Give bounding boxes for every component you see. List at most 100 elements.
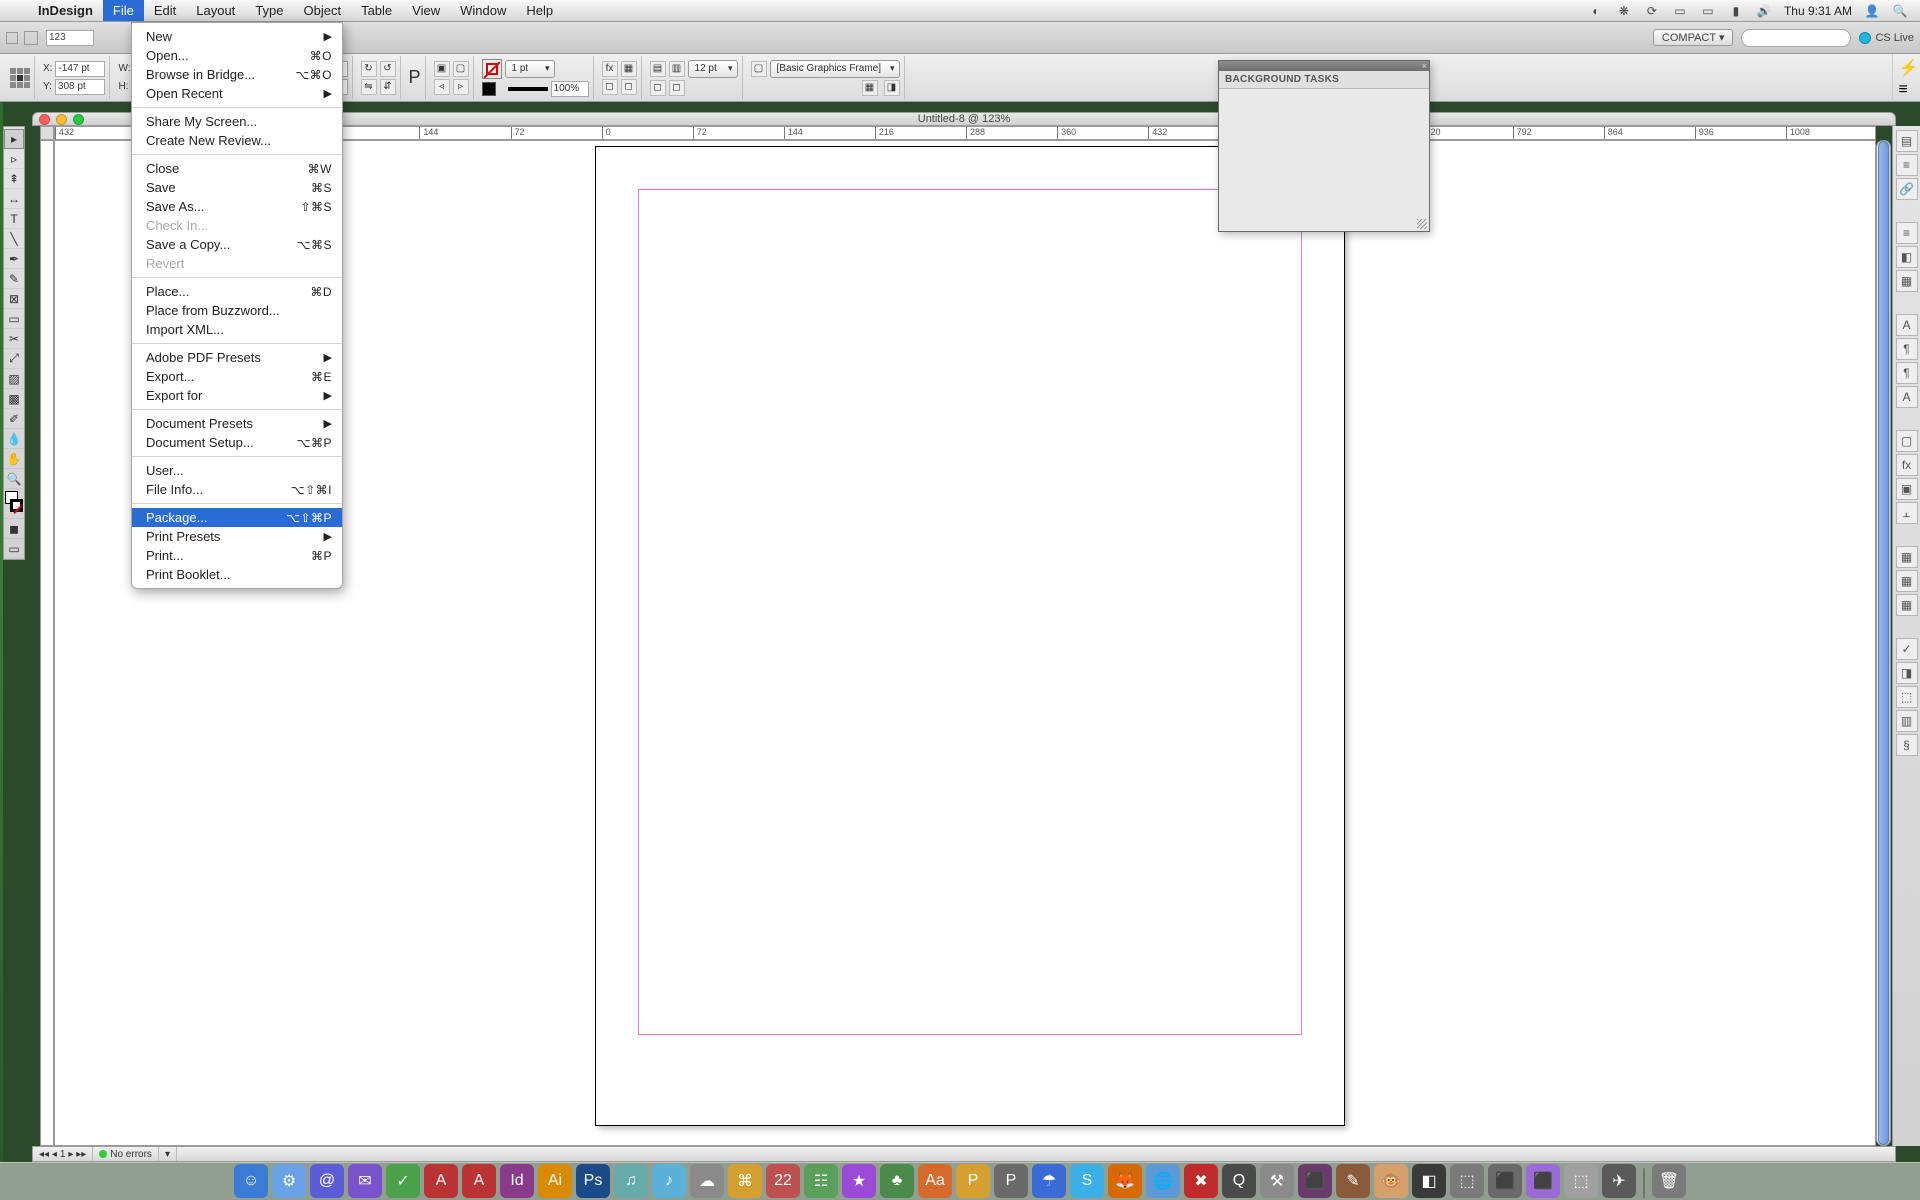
dock-app-icon[interactable]: ★ — [842, 1164, 876, 1198]
status-icon[interactable]: ❋ — [1616, 3, 1632, 19]
preflight-panel-icon[interactable]: ✓ — [1896, 638, 1918, 660]
dock-app-icon[interactable]: ☺ — [234, 1164, 268, 1198]
panel-resize-grip[interactable] — [1417, 219, 1427, 229]
character-styles-panel-icon[interactable]: A — [1896, 386, 1918, 408]
object-style-dropdown[interactable]: [Basic Graphics Frame] — [770, 60, 900, 78]
rectangle-tool[interactable]: ▭ — [4, 309, 24, 329]
eyedropper-tool[interactable]: 💧 — [4, 429, 24, 449]
stroke-style[interactable] — [508, 87, 548, 91]
dock-app-icon[interactable]: ⬛ — [1488, 1164, 1522, 1198]
ruler-origin[interactable] — [40, 126, 54, 140]
select-content-icon[interactable]: ▢ — [453, 61, 469, 77]
fill-stroke-toggle[interactable] — [4, 489, 24, 519]
gradient-swatch-tool[interactable]: ▨ — [4, 369, 24, 389]
character-panel-icon[interactable]: A — [1896, 314, 1918, 336]
menu-layout[interactable]: Layout — [186, 0, 245, 21]
workspace-selector[interactable]: COMPACT ▾ — [1653, 29, 1734, 46]
sync-icon[interactable]: ⟳ — [1644, 3, 1660, 19]
display-icon[interactable]: ▭ — [1700, 3, 1716, 19]
line-tool[interactable]: ╲ — [4, 229, 24, 249]
menuitem-document-presets[interactable]: Document Presets▶ — [132, 414, 342, 433]
stroke-panel-icon[interactable]: ≡ — [1896, 222, 1918, 244]
user-icon[interactable]: 👤 — [1864, 3, 1880, 19]
zoom-field[interactable]: 123 — [46, 30, 94, 46]
menuitem-share-my-screen[interactable]: Share My Screen... — [132, 112, 342, 131]
rotate-cw-icon[interactable]: ↻ — [361, 61, 377, 77]
menu-view[interactable]: View — [402, 0, 450, 21]
pen-tool[interactable]: ✒ — [4, 249, 24, 269]
free-transform-tool[interactable]: ⤢ — [4, 349, 24, 369]
menuitem-adobe-pdf-presets[interactable]: Adobe PDF Presets▶ — [132, 348, 342, 367]
dock-app-icon[interactable]: @ — [310, 1164, 344, 1198]
drop-shadow-icon[interactable]: ▦ — [621, 61, 637, 77]
bridge-icon[interactable] — [24, 31, 38, 45]
dock-app-icon[interactable]: ⬛ — [1526, 1164, 1560, 1198]
menu-file[interactable]: File — [103, 0, 144, 21]
menuitem-user[interactable]: User... — [132, 461, 342, 480]
menuitem-print-booklet[interactable]: Print Booklet... — [132, 565, 342, 584]
menuitem-file-info[interactable]: File Info...⌥⇧⌘I — [132, 480, 342, 499]
dock-app-icon[interactable]: ✓ — [386, 1164, 420, 1198]
dock-app-icon[interactable]: A — [462, 1164, 496, 1198]
select-next-icon[interactable]: ▹ — [453, 79, 469, 95]
flip-v-icon[interactable]: ⇵ — [380, 79, 396, 95]
corner-options-icon[interactable]: ◻ — [602, 79, 618, 95]
dock-app-icon[interactable]: 🐵 — [1374, 1164, 1408, 1198]
menuitem-document-setup[interactable]: Document Setup...⌥⌘P — [132, 433, 342, 452]
spotlight-icon[interactable]: 🔍 — [1892, 3, 1908, 19]
dock-app-icon[interactable]: ☁ — [690, 1164, 724, 1198]
dock-app-icon[interactable]: ⬚ — [1450, 1164, 1484, 1198]
dock-app-icon[interactable]: ⬚ — [1564, 1164, 1598, 1198]
menu-window[interactable]: Window — [450, 0, 516, 21]
dock-app-icon[interactable]: ⚙ — [272, 1164, 306, 1198]
dock-app-icon[interactable]: Id — [500, 1164, 534, 1198]
id-icon[interactable] — [6, 32, 18, 44]
dock-app-icon[interactable]: ✎ — [1336, 1164, 1370, 1198]
trap-presets-panel-icon[interactable]: ⬚ — [1896, 686, 1918, 708]
reference-point-grid[interactable] — [6, 56, 35, 99]
page-navigator[interactable]: ◂◂ ◂ 1 ▸ ▸▸ — [33, 1147, 93, 1161]
preflight-status[interactable]: No errors — [93, 1147, 159, 1161]
menuitem-open[interactable]: Open...⌘O — [132, 46, 342, 65]
corner2-icon[interactable]: ◻ — [669, 80, 685, 96]
dock-app-icon[interactable]: ✉ — [348, 1164, 382, 1198]
dock-app-icon[interactable]: S — [1070, 1164, 1104, 1198]
menu-table[interactable]: Table — [351, 0, 402, 21]
align-panel-icon[interactable]: ⫠ — [1896, 502, 1918, 524]
menu-type[interactable]: Type — [245, 0, 293, 21]
background-tasks-panel[interactable]: × BACKGROUND TASKS — [1218, 60, 1430, 232]
direct-selection-tool[interactable]: ▹ — [4, 149, 24, 169]
dock-app-icon[interactable]: 🦊 — [1108, 1164, 1142, 1198]
pencil-tool[interactable]: ✎ — [4, 269, 24, 289]
menuitem-close[interactable]: Close⌘W — [132, 159, 342, 178]
menuitem-package[interactable]: Package...⌥⇧⌘P — [132, 508, 342, 527]
type-tool[interactable]: T — [4, 209, 24, 229]
quick-apply-icon[interactable]: ⚡ — [1899, 58, 1915, 74]
open-dropdown[interactable]: ▾ — [159, 1147, 177, 1161]
dock-app-icon[interactable]: 22 — [766, 1164, 800, 1198]
swatches-panel-icon[interactable]: ▦ — [1896, 270, 1918, 292]
p-icon[interactable]: P — [405, 56, 426, 99]
menuitem-place-from-buzzword[interactable]: Place from Buzzword... — [132, 301, 342, 320]
flip-h-icon[interactable]: ⇋ — [361, 79, 377, 95]
links-panel-icon[interactable]: 🔗 — [1896, 178, 1918, 200]
dock-app-icon[interactable]: ☂ — [1032, 1164, 1066, 1198]
stroke-swatch[interactable] — [482, 82, 496, 96]
note-tool[interactable]: ✐ — [4, 409, 24, 429]
zoom-button[interactable] — [73, 114, 84, 125]
dock-app-icon[interactable]: ⚒ — [1260, 1164, 1294, 1198]
cell-styles-panel-icon[interactable]: ▦ — [1896, 594, 1918, 616]
menuitem-new[interactable]: New▶ — [132, 27, 342, 46]
close-button[interactable] — [39, 114, 50, 125]
new-style-icon[interactable]: ▦ — [862, 80, 878, 96]
menuitem-place[interactable]: Place...⌘D — [132, 282, 342, 301]
panel-menu-icon[interactable]: ≡ — [1899, 81, 1915, 97]
dock-app-icon[interactable]: Q — [1222, 1164, 1256, 1198]
clock[interactable]: Thu 9:31 AM — [1784, 4, 1852, 18]
select-prev-icon[interactable]: ◃ — [434, 79, 450, 95]
stroke-weight-field[interactable]: 1 pt — [505, 60, 555, 78]
opacity-field[interactable]: 100% — [551, 81, 589, 97]
menu-edit[interactable]: Edit — [144, 0, 186, 21]
dock-app-icon[interactable]: Ai — [538, 1164, 572, 1198]
table-styles-panel-icon[interactable]: ▦ — [1896, 570, 1918, 592]
